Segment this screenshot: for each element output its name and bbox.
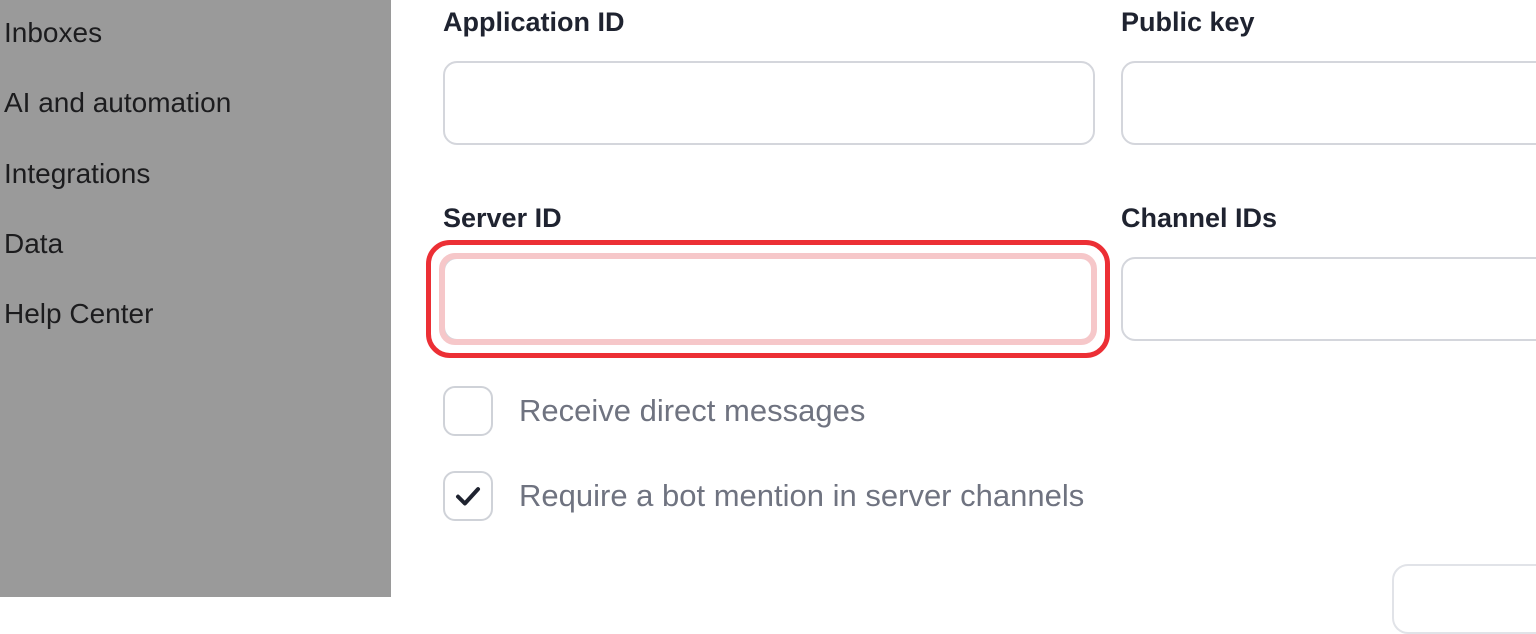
sidebar-item-data[interactable]: Data [4, 226, 63, 262]
application-id-label: Application ID [443, 7, 625, 37]
footer-button[interactable] [1392, 564, 1536, 634]
receive-direct-messages-checkbox[interactable] [443, 386, 493, 436]
server-id-input[interactable] [443, 257, 1095, 341]
channel-ids-input[interactable] [1121, 257, 1536, 341]
public-key-input[interactable] [1121, 61, 1536, 145]
sidebar-item-ai-and-automation[interactable]: AI and automation [4, 85, 231, 121]
sidebar-item-help-center[interactable]: Help Center [4, 296, 153, 332]
sidebar: Inboxes AI and automation Integrations D… [0, 0, 391, 597]
sidebar-item-inboxes[interactable]: Inboxes [4, 15, 102, 51]
channel-ids-label: Channel IDs [1121, 203, 1278, 233]
require-bot-mention-checkbox[interactable] [443, 471, 493, 521]
require-bot-mention-label: Require a bot mention in server channels [519, 478, 1085, 513]
receive-direct-messages-option: Receive direct messages [443, 386, 865, 436]
integration-settings-panel: Application ID Public key Server ID Chan… [391, 0, 1536, 634]
application-id-input[interactable] [443, 61, 1095, 145]
public-key-label: Public key [1121, 7, 1255, 37]
server-id-label: Server ID [443, 203, 562, 233]
receive-direct-messages-label: Receive direct messages [519, 393, 866, 428]
require-bot-mention-option: Require a bot mention in server channels [443, 471, 1084, 521]
sidebar-item-integrations[interactable]: Integrations [4, 156, 150, 192]
check-icon [456, 487, 480, 506]
